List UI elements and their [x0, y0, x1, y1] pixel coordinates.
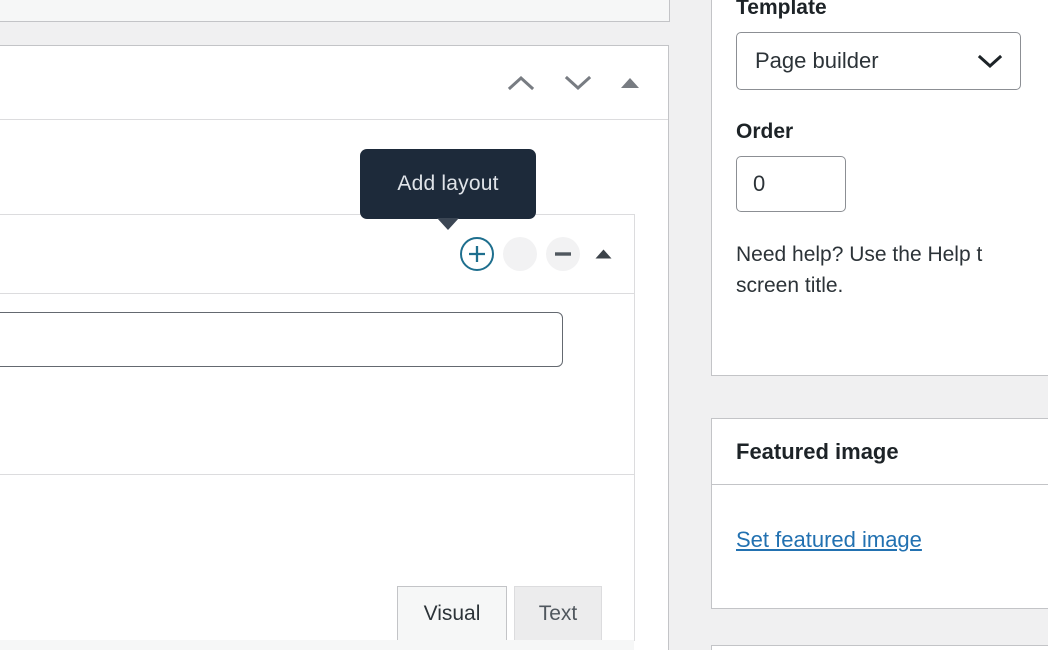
chevron-down-icon	[564, 75, 592, 90]
main-content-column: Lorem ipsum dolor sit amet, consectetur …	[0, 0, 670, 650]
add-layout-button[interactable]	[460, 237, 494, 271]
help-line-2: screen title.	[736, 273, 844, 297]
editor-area: Visual Text	[0, 475, 634, 650]
sidebar: Template Page builder Order Need help? U…	[677, 0, 1048, 650]
page-attributes-box: Template Page builder Order Need help? U…	[711, 0, 1048, 376]
triangle-up-icon	[621, 77, 639, 88]
featured-image-box: Featured image Set featured image	[711, 418, 1048, 609]
add-layout-tooltip: Add layout	[360, 149, 536, 230]
layout-row-panel: Visual Text	[0, 214, 635, 650]
tab-text[interactable]: Text	[514, 586, 602, 640]
plus-icon	[469, 246, 485, 262]
tooltip-arrow-icon	[437, 218, 459, 230]
editor-body-background	[0, 640, 634, 650]
page-attributes-body: Template Page builder Order Need help? U…	[712, 0, 1048, 301]
layout-row-header	[0, 215, 634, 294]
duplicate-layout-button[interactable]	[503, 237, 537, 271]
tab-visual[interactable]: Visual	[397, 586, 507, 640]
toggle-panel-button[interactable]	[617, 68, 643, 98]
metabox-header-tools	[503, 46, 643, 119]
move-down-button[interactable]	[560, 65, 596, 101]
featured-image-body: Set featured image	[712, 485, 1048, 553]
order-input[interactable]	[736, 156, 846, 213]
tooltip-label: Add layout	[397, 172, 499, 195]
featured-image-title: Featured image	[712, 419, 1048, 485]
layout-field-area	[0, 294, 634, 475]
move-up-button[interactable]	[503, 65, 539, 101]
chevron-up-icon	[507, 75, 535, 90]
remove-layout-button[interactable]	[546, 237, 580, 271]
next-sidebar-box	[711, 645, 1048, 650]
minus-icon	[555, 252, 571, 256]
duplicate-icon	[512, 246, 527, 260]
triangle-up-icon	[595, 249, 611, 259]
order-label: Order	[736, 120, 794, 144]
screen-root: Lorem ipsum dolor sit amet, consectetur …	[0, 0, 1048, 650]
collapse-layout-button[interactable]	[589, 237, 617, 271]
attributes-help-text: Need help? Use the Help t screen title.	[736, 240, 1048, 301]
editor-mode-tabs: Visual Text	[397, 586, 602, 640]
help-line-1: Need help? Use the Help t	[736, 243, 983, 267]
clipped-top-panel: Lorem ipsum dolor sit amet, consectetur …	[0, 0, 670, 22]
layout-metabox: Visual Text	[0, 45, 669, 650]
template-select[interactable]: Page builder	[736, 32, 1021, 91]
layout-row-tools	[460, 215, 617, 293]
layout-text-input[interactable]	[0, 312, 563, 367]
set-featured-image-link[interactable]: Set featured image	[736, 527, 922, 553]
template-label: Template	[736, 0, 827, 19]
template-select-value[interactable]: Page builder	[736, 32, 1021, 91]
metabox-header	[0, 46, 668, 120]
